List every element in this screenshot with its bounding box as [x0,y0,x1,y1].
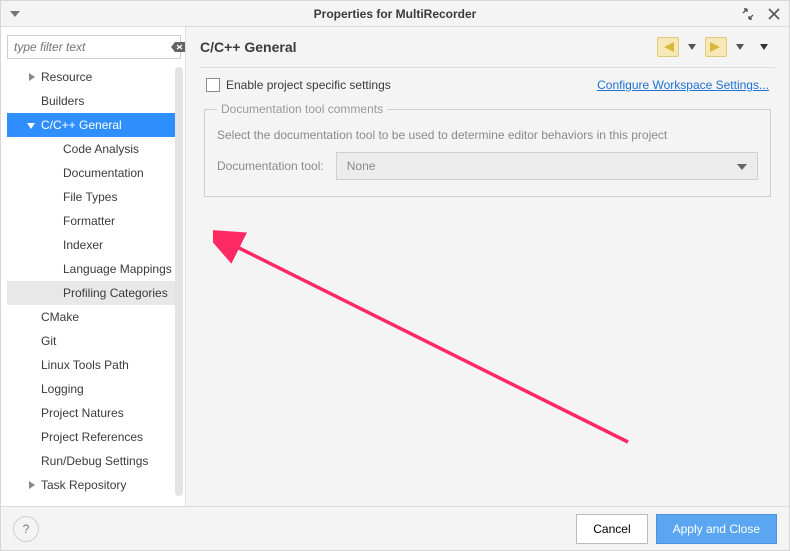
nav-forward-button[interactable] [705,37,727,57]
chevron-right-icon [25,95,37,107]
tree-item[interactable]: Logging [7,377,183,401]
window-title: Properties for MultiRecorder [1,7,789,21]
chevron-right-icon [25,383,37,395]
tree-item[interactable]: Documentation [7,161,183,185]
tree-item[interactable]: Project References [7,425,183,449]
doc-tool-label: Documentation tool: [217,159,324,173]
chevron-down-icon [737,159,747,173]
nav-buttons [657,37,775,57]
page-heading: C/C++ General [200,39,297,55]
help-button[interactable]: ? [13,516,39,542]
configure-workspace-link[interactable]: Configure Workspace Settings... [597,78,769,92]
tree-item-label: Git [41,334,56,348]
tree-item[interactable]: File Types [7,185,183,209]
tree-item[interactable]: Language Mappings [7,257,183,281]
tree-item-label: Indexer [63,238,103,252]
chevron-right-icon [25,71,37,83]
tree-item[interactable]: Builders [7,89,183,113]
group-description: Select the documentation tool to be used… [217,128,758,142]
tree-item-label: Documentation [63,166,144,180]
chevron-right-icon [25,335,37,347]
chevron-right-icon [25,431,37,443]
tree-item-label: Logging [41,382,84,396]
tree-item-label: Language Mappings [63,262,172,276]
tree-item[interactable]: Profiling Categories [7,281,183,305]
nav-forward-menu-button[interactable] [729,37,751,57]
chevron-right-icon [25,407,37,419]
nav-back-menu-button[interactable] [681,37,703,57]
tree-item-label: Code Analysis [63,142,139,156]
cancel-button[interactable]: Cancel [576,514,647,544]
tree-item[interactable]: C/C++ General [7,113,183,137]
tree-item-label: Run/Debug Settings [41,454,148,468]
enable-project-settings-checkbox[interactable]: Enable project specific settings [206,78,391,92]
content-pane: C/C++ General [186,27,789,506]
maximize-button[interactable] [739,5,757,23]
group-title: Documentation tool comments [217,102,387,116]
tree-item-label: Project References [41,430,143,444]
clear-filter-icon[interactable] [171,40,185,55]
tree-item-label: C/C++ General [41,118,122,132]
tree-item[interactable]: Git [7,329,183,353]
tree-item[interactable]: Formatter [7,209,183,233]
chevron-right-icon [25,455,37,467]
tree-item-label: Formatter [63,214,115,228]
svg-text:?: ? [23,522,30,536]
doc-tool-select[interactable]: None [336,152,758,180]
tree-item[interactable]: CMake [7,305,183,329]
chevron-right-icon [25,311,37,323]
tree-item-label: Builders [41,94,84,108]
filter-input[interactable] [14,40,171,54]
dialog-footer: ? Cancel Apply and Close [1,506,789,550]
apply-and-close-button[interactable]: Apply and Close [656,514,777,544]
nav-extra-menu-button[interactable] [753,37,775,57]
filter-box[interactable] [7,35,181,59]
chevron-right-icon [25,479,37,491]
close-button[interactable] [765,5,783,23]
tree-item-label: Linux Tools Path [41,358,129,372]
tree-item-label: Task Repository [41,478,126,492]
enable-project-settings-label: Enable project specific settings [226,78,391,92]
chevron-right-icon [25,359,37,371]
tree-item-label: Resource [41,70,92,84]
tree-item-label: Profiling Categories [63,286,168,300]
nav-back-button[interactable] [657,37,679,57]
tree-item[interactable]: Code Analysis [7,137,183,161]
title-bar: Properties for MultiRecorder [1,1,789,27]
tree-item[interactable]: Run/Debug Settings [7,449,183,473]
tree-item[interactable]: Indexer [7,233,183,257]
chevron-down-icon [25,119,37,131]
tree-item[interactable]: Project Natures [7,401,183,425]
tree-item[interactable]: Task Repository [7,473,183,497]
window-menu-button[interactable] [7,6,23,22]
tree-item[interactable]: Resource [7,65,183,89]
tree-item-label: Project Natures [41,406,124,420]
tree-item-label: File Types [63,190,117,204]
preference-tree[interactable]: Resource Builders C/C++ General Code Analys… [7,65,183,498]
doc-tool-value: None [347,159,376,173]
tree-item-label: CMake [41,310,79,324]
tree-item[interactable]: Linux Tools Path [7,353,183,377]
documentation-tool-group: Documentation tool comments Select the d… [204,102,771,197]
sidebar: Resource Builders C/C++ General Code Analys… [1,27,186,506]
